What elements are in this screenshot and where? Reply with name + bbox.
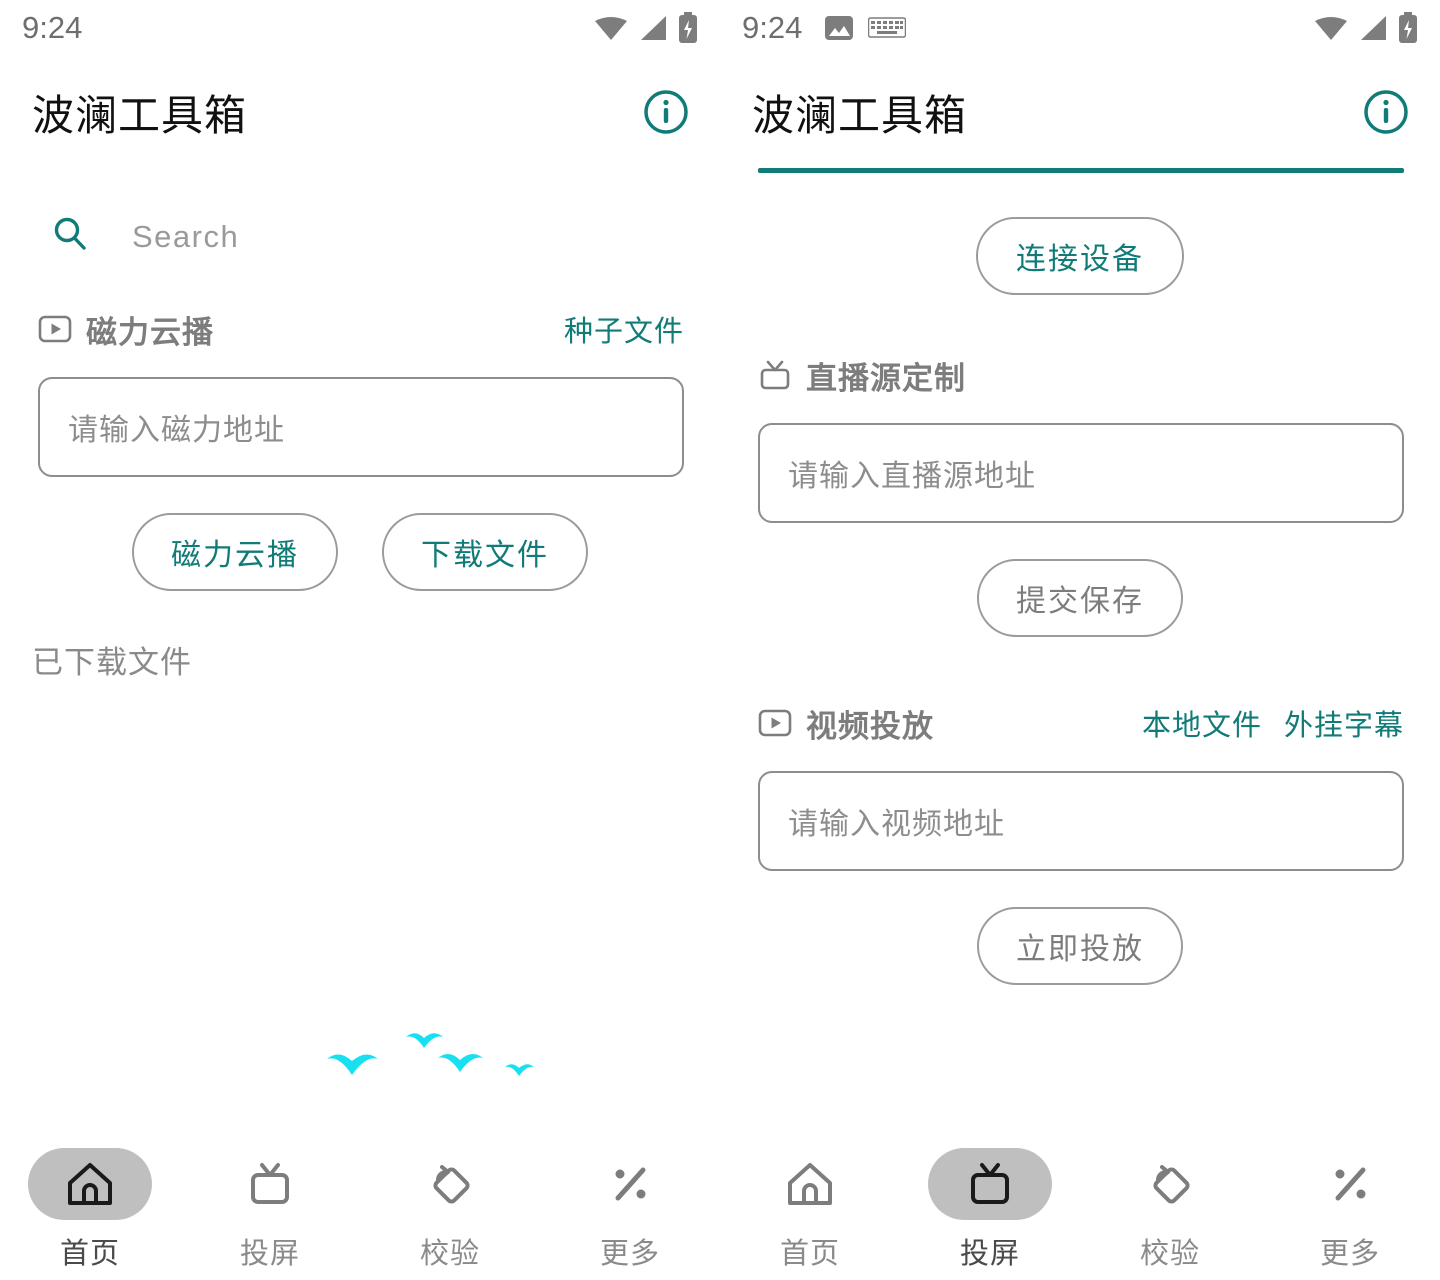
connect-device-row: 连接设备 [720, 217, 1440, 295]
link-external-subtitle[interactable]: 外挂字幕 [1284, 702, 1404, 744]
live-source-address-placeholder: 请输入直播源地址 [788, 460, 1036, 493]
nav-item-home[interactable]: 首页 [720, 1148, 900, 1272]
search-input[interactable]: Search [132, 219, 239, 255]
play-box-icon [758, 706, 792, 740]
video-button-row: 立即投放 [720, 907, 1440, 985]
video-address-input[interactable]: 请输入视频地址 [758, 771, 1404, 871]
app-title: 波澜工具箱 [752, 91, 968, 139]
nav-item-home[interactable]: 首页 [0, 1148, 180, 1272]
home-icon [68, 1163, 112, 1205]
info-circle-icon[interactable] [642, 88, 690, 136]
link-local-file[interactable]: 本地文件 [1142, 702, 1262, 744]
main-content: 连接设备 直播源定制 请输入直播源地址 提交保存 视频投放 本地文件 外挂字幕 … [720, 173, 1440, 1130]
downloaded-files-label: 已下载文件 [32, 645, 192, 680]
signal-icon [1361, 16, 1386, 40]
download-file-button[interactable]: 下载文件 [382, 513, 588, 591]
section-actions: 种子文件 [564, 308, 684, 350]
info-circle-icon[interactable] [1362, 88, 1410, 136]
nav-item-more[interactable]: 更多 [1260, 1148, 1440, 1272]
section-title: 视频投放 [806, 708, 934, 744]
nav-label-more: 更多 [599, 1238, 660, 1270]
battery-charging-icon [1399, 12, 1417, 43]
section-actions: 本地文件 外挂字幕 [1142, 702, 1404, 744]
search-icon [50, 214, 90, 259]
nav-label-verify: 校验 [1139, 1238, 1200, 1270]
nav-item-more[interactable]: 更多 [540, 1148, 720, 1272]
app-bar: 波澜工具箱 [720, 56, 1440, 168]
magnet-button-row: 磁力云播 下载文件 [0, 513, 720, 591]
cast-now-button[interactable]: 立即投放 [977, 907, 1183, 985]
nav-item-verify[interactable]: 校验 [1080, 1148, 1260, 1272]
screen-home: 9:24 波澜工具箱 Search 磁力云播 种子文件 请输入磁力地址 磁力云播… [0, 0, 720, 1280]
status-clock: 9:24 [22, 10, 83, 45]
wifi-icon [595, 17, 627, 40]
video-address-placeholder: 请输入视频地址 [788, 808, 1005, 841]
tv-icon [758, 358, 792, 392]
section-title: 磁力云播 [86, 314, 214, 350]
main-content: Search 磁力云播 种子文件 请输入磁力地址 磁力云播 下载文件 已下载文件 [0, 168, 720, 1130]
section-header-video-cast: 视频投放 本地文件 外挂字幕 [720, 699, 1440, 747]
nav-label-cast: 投屏 [959, 1238, 1020, 1270]
live-source-address-input[interactable]: 请输入直播源地址 [758, 423, 1404, 523]
app-bar: 波澜工具箱 [0, 56, 720, 168]
home-icon [788, 1163, 832, 1205]
submit-save-button[interactable]: 提交保存 [977, 559, 1183, 637]
nav-label-more: 更多 [1319, 1238, 1380, 1270]
screen-cast: 9:24 波澜工具箱 连接设备 直播源定制 请输入直播源地址 提交保存 视频投放… [720, 0, 1440, 1280]
magnet-address-input[interactable]: 请输入磁力地址 [38, 377, 684, 477]
magnet-play-button[interactable]: 磁力云播 [132, 513, 338, 591]
percent-icon [615, 1167, 646, 1201]
magnet-address-placeholder: 请输入磁力地址 [68, 414, 285, 447]
birds-icon [327, 1033, 534, 1076]
nav-label-verify: 校验 [419, 1238, 480, 1270]
nav-item-verify[interactable]: 校验 [360, 1148, 540, 1272]
empty-state-illustration: ? [252, 1006, 652, 1130]
keyboard-icon [868, 17, 907, 38]
status-bar: 9:24 [720, 0, 1440, 56]
search-bar[interactable]: Search [0, 168, 720, 259]
status-system-icons [1314, 12, 1418, 44]
screenshot-pair: 9:24 波澜工具箱 Search 磁力云播 种子文件 请输入磁力地址 磁力云播… [0, 0, 1440, 1280]
bottom-nav: 首页 投屏 校验 更多 [0, 1130, 720, 1280]
app-title: 波澜工具箱 [32, 91, 248, 139]
section-title: 直播源定制 [806, 360, 966, 396]
link-seed-file[interactable]: 种子文件 [564, 308, 684, 350]
nav-label-home: 首页 [59, 1238, 120, 1270]
section-header-live-source: 直播源定制 [720, 351, 1440, 399]
bottom-nav: 首页 投屏 校验 更多 [720, 1130, 1440, 1280]
status-notification-icons [824, 13, 907, 43]
screenshot-icon [825, 16, 854, 40]
section-header-magnet: 磁力云播 种子文件 [0, 305, 720, 353]
tv-icon [251, 1163, 289, 1204]
battery-charging-icon [679, 12, 697, 43]
live-source-button-row: 提交保存 [720, 559, 1440, 637]
nav-item-cast[interactable]: 投屏 [900, 1148, 1080, 1272]
tag-refresh-icon [433, 1165, 470, 1204]
tag-refresh-icon [1153, 1165, 1190, 1204]
wifi-icon [1315, 17, 1347, 40]
nav-item-cast[interactable]: 投屏 [180, 1148, 360, 1272]
nav-label-cast: 投屏 [239, 1238, 300, 1270]
percent-icon [1335, 1167, 1366, 1201]
status-bar: 9:24 [0, 0, 720, 56]
status-clock: 9:24 [742, 10, 803, 45]
play-box-icon [38, 312, 72, 346]
tv-icon [971, 1163, 1009, 1204]
connect-device-button[interactable]: 连接设备 [976, 217, 1184, 295]
nav-label-home: 首页 [779, 1238, 840, 1270]
status-system-icons [594, 12, 698, 44]
signal-icon [641, 16, 666, 40]
